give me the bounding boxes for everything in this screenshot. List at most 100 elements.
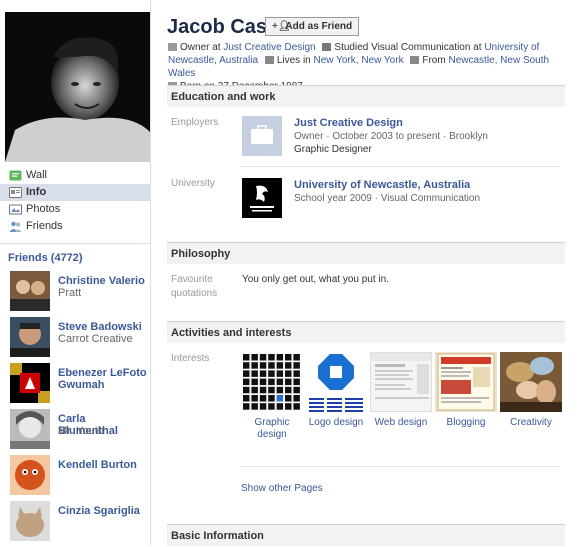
glyph-tile: [268, 403, 275, 410]
glyph-tile: [251, 370, 258, 377]
nav-label: Info: [26, 186, 47, 198]
lives-city-link[interactable]: New York, New York: [314, 55, 404, 66]
interest-thumbnail-web-design[interactable]: [370, 352, 432, 412]
nav-photos[interactable]: Photos: [0, 201, 150, 218]
university-logo[interactable]: [242, 178, 282, 218]
nav-label: Wall: [26, 169, 47, 181]
friend-network: Mr. Youth: [58, 425, 104, 437]
studied-prefix: Studied Visual Communication at: [334, 42, 482, 53]
glyph-tile: [243, 354, 250, 361]
interest-label[interactable]: Blogging: [431, 417, 501, 429]
add-friend-label: Add as Friend: [285, 21, 353, 32]
friend-item[interactable]: Ebenezer LeFoto Gwumah: [8, 363, 148, 407]
friend-name[interactable]: Kendell Burton: [58, 459, 148, 471]
university-name-link[interactable]: University of Newcastle, Australia: [294, 179, 470, 191]
glyph-tile: [293, 354, 300, 361]
glyph-tile: [251, 386, 258, 394]
nav-info[interactable]: Info: [0, 184, 150, 201]
glyph-tile: [259, 370, 267, 377]
divider: [0, 243, 150, 244]
section-header-philosophy: Philosophy: [167, 242, 565, 264]
profile-nav: Wall Info Photos Friends: [0, 167, 150, 235]
interest-label[interactable]: Graphic design: [237, 417, 307, 441]
glyph-tile: [243, 362, 250, 369]
nav-label: Photos: [26, 203, 61, 215]
interest-thumbnail-creativity[interactable]: [500, 352, 562, 412]
interest-label[interactable]: Logo design: [301, 417, 371, 429]
interest-label[interactable]: Web design: [366, 417, 436, 429]
friend-item[interactable]: Kendell Burton: [8, 455, 148, 499]
glyph-tile: [293, 378, 300, 386]
location-icon: [264, 56, 274, 64]
nav-label: Friends: [26, 220, 63, 232]
nav-friends[interactable]: Friends: [0, 218, 150, 235]
profile-photo[interactable]: [5, 12, 150, 162]
friend-avatar[interactable]: [10, 501, 50, 541]
interest-thumbnail-blogging[interactable]: [435, 352, 497, 412]
quotations-label: Favourite quotations: [171, 273, 217, 301]
profile-name: Jacob Cass: [167, 16, 279, 38]
add-friend-button[interactable]: +👤︎ Add as Friend: [265, 17, 360, 36]
add-friend-icon: +👤︎: [272, 21, 291, 32]
friend-name[interactable]: Steve Badowski: [58, 321, 148, 333]
interest-thumbnail-logo-design[interactable]: [305, 352, 367, 412]
employer-detail: Owner · October 2003 to present · Brookl…: [294, 131, 488, 142]
glyph-tile: [293, 386, 300, 394]
glyph-tile: [259, 395, 267, 402]
glyph-tile: [285, 354, 292, 361]
glyph-tile: [285, 395, 292, 402]
glyph-tile: [268, 386, 275, 394]
info-icon: [9, 187, 22, 198]
friend-item[interactable]: Carla Blumenthal Mr. Youth: [8, 409, 148, 453]
from-prefix: From: [422, 55, 446, 66]
friend-avatar[interactable]: [10, 271, 50, 311]
friend-item[interactable]: Steve Badowski Carrot Creative: [8, 317, 148, 361]
glyph-tile: [259, 403, 267, 410]
glyph-tile: [293, 370, 300, 377]
friend-network: Carrot Creative: [58, 333, 133, 345]
glyph-tile: [251, 362, 258, 369]
friend-name[interactable]: Christine Valerio: [58, 275, 148, 287]
glyph-tile: [276, 362, 284, 369]
show-other-pages-link[interactable]: Show other Pages: [241, 483, 323, 494]
employer-name-link[interactable]: Just Creative Design: [294, 117, 403, 129]
wall-icon: [9, 170, 22, 181]
glyph-tile: [268, 362, 275, 369]
friends-header[interactable]: Friends (4772): [8, 252, 83, 264]
glyph-tile: [243, 403, 250, 410]
friend-name[interactable]: Cinzia Sgariglia: [58, 505, 148, 517]
interest-label[interactable]: Creativity: [496, 417, 566, 429]
interest-label-line1: Graphic: [254, 417, 290, 428]
glyph-tile: [259, 378, 267, 386]
glyph-tile: [293, 395, 300, 402]
glyph-tile: [285, 403, 292, 410]
briefcase-icon: [168, 43, 177, 51]
glyph-tile: [268, 378, 275, 386]
glyph-tile: [285, 386, 292, 394]
friend-avatar[interactable]: [10, 363, 50, 403]
photos-icon: [9, 204, 22, 215]
lives-prefix: Lives in: [276, 55, 311, 66]
nav-wall[interactable]: Wall: [0, 167, 150, 184]
friend-avatar[interactable]: [10, 317, 50, 357]
friend-avatar[interactable]: [10, 455, 50, 495]
friend-network: Pratt: [58, 287, 82, 299]
friend-item[interactable]: Cinzia Sgariglia: [8, 501, 148, 545]
owner-company-link[interactable]: Just Creative Design: [223, 42, 315, 53]
university-detail: School year 2009 · Visual Communication: [294, 193, 481, 204]
employer-logo[interactable]: [242, 116, 282, 156]
section-header-education: Education and work: [167, 85, 565, 107]
glyph-tile: [251, 378, 258, 386]
divider: [240, 466, 560, 467]
home-icon: [410, 56, 420, 64]
friend-name[interactable]: Ebenezer LeFoto Gwumah: [58, 367, 148, 391]
glyph-tile: [285, 362, 292, 369]
friend-avatar[interactable]: [10, 409, 50, 449]
employer-role: Graphic Designer: [294, 144, 372, 155]
glyph-tile: [285, 378, 292, 386]
interest-thumbnail-graphic-design[interactable]: [241, 352, 303, 412]
glyph-tile: [268, 370, 275, 377]
glyph-tile: [276, 370, 284, 377]
glyph-tile: [243, 395, 250, 402]
friend-item[interactable]: Christine Valerio Pratt: [8, 271, 148, 315]
